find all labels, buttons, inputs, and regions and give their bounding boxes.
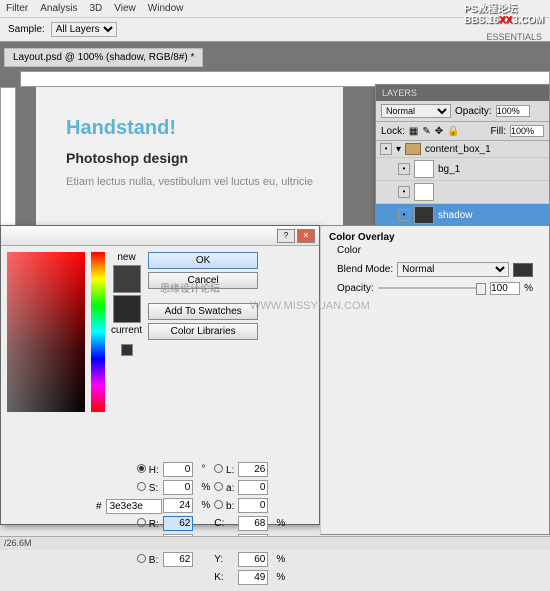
opacity-input[interactable]	[496, 105, 530, 117]
color-libraries-button[interactable]: Color Libraries	[148, 323, 258, 340]
overlay-blend-select[interactable]: Normal	[397, 262, 509, 277]
current-label: current	[111, 325, 142, 336]
opacity-label: Opacity:	[455, 106, 492, 117]
layer-label: shadow	[438, 210, 472, 221]
lock-transparency-icon[interactable]: ▦	[409, 126, 418, 137]
menu-3d[interactable]: 3D	[89, 3, 102, 14]
bb-input[interactable]	[163, 552, 193, 567]
workspace-essentials[interactable]: ESSENTIALS	[486, 32, 542, 42]
visibility-icon[interactable]: •	[398, 163, 410, 175]
menu-filter[interactable]: Filter	[6, 3, 28, 14]
h-input[interactable]	[163, 462, 193, 477]
fill-input[interactable]	[510, 125, 544, 137]
layer-row[interactable]: • bg_1	[376, 158, 549, 181]
sample-label: Sample:	[8, 24, 45, 35]
overlay-title: Color Overlay	[321, 226, 549, 245]
menu-analysis[interactable]: Analysis	[40, 3, 77, 14]
lock-label: Lock:	[381, 126, 405, 137]
cn-watermark: 思缘设计论坛	[160, 280, 220, 295]
radio-lb[interactable]	[214, 500, 223, 509]
canvas: Handstand! Photoshop design Etiam lectus…	[36, 87, 343, 247]
lb-input[interactable]	[238, 498, 268, 513]
layers-header: LAYERS	[376, 85, 549, 101]
k-input[interactable]	[238, 570, 268, 585]
b-input[interactable]	[163, 498, 193, 513]
forum-watermark: PS教程论坛 BBS.16XX3.COM	[464, 0, 544, 26]
overlay-opacity-input[interactable]	[490, 282, 520, 295]
folder-icon	[405, 143, 421, 155]
layer-thumb	[414, 160, 434, 178]
menu-window[interactable]: Window	[148, 3, 184, 14]
hex-label: #	[96, 501, 102, 512]
help-button[interactable]: ?	[277, 229, 295, 243]
layer-thumb	[414, 183, 434, 201]
blend-mode-label: Blend Mode:	[337, 264, 393, 275]
hex-input[interactable]	[106, 499, 162, 514]
layer-row[interactable]: •	[376, 181, 549, 204]
lock-paint-icon[interactable]: ✎	[422, 126, 430, 137]
radio-a[interactable]	[214, 482, 223, 491]
new-label: new	[117, 252, 135, 263]
layers-panel: LAYERS Normal Opacity: Lock: ▦ ✎ ✥ 🔒 Fil…	[375, 84, 550, 228]
current-swatch	[113, 295, 141, 323]
layer-row-selected[interactable]: • shadow	[376, 204, 549, 227]
y-input[interactable]	[238, 552, 268, 567]
center-watermark: WWW.MISSYUAN.COM	[250, 300, 370, 312]
overlay-opacity-slider[interactable]	[378, 281, 486, 295]
dialog-titlebar[interactable]: ? ✕	[1, 226, 319, 246]
visibility-icon[interactable]: •	[398, 209, 410, 221]
radio-r[interactable]	[137, 518, 146, 527]
overlay-color-swatch[interactable]	[513, 263, 533, 277]
visibility-icon[interactable]: •	[398, 186, 410, 198]
new-swatch	[113, 265, 141, 293]
s-input[interactable]	[163, 480, 193, 495]
color-picker-dialog: ? ✕ new current OK Cancel Add To Swatche…	[0, 225, 320, 525]
layer-style-panel: Color Overlay Color Blend Mode: Normal O…	[320, 225, 550, 535]
radio-bb[interactable]	[137, 554, 146, 563]
blend-mode-select[interactable]: Normal	[381, 104, 451, 118]
color-inputs: H:° L: S:% a: B:% b: R: C:% G: M:% B: Y:…	[131, 456, 291, 591]
layer-label: content_box_1	[425, 144, 491, 155]
overlay-subtitle: Color	[321, 245, 549, 260]
a-input[interactable]	[238, 480, 268, 495]
r-input[interactable]	[163, 516, 193, 531]
add-swatch-button[interactable]: Add To Swatches	[148, 303, 258, 320]
lock-position-icon[interactable]: ✥	[435, 126, 443, 137]
page-title: Handstand!	[66, 117, 313, 140]
l-input[interactable]	[238, 462, 268, 477]
visibility-icon[interactable]: •	[380, 143, 392, 155]
color-field[interactable]	[7, 252, 85, 412]
lock-all-icon[interactable]: 🔒	[447, 126, 459, 137]
layer-label: bg_1	[438, 164, 460, 175]
page-subtitle: Photoshop design	[66, 150, 313, 166]
radio-s[interactable]	[137, 482, 146, 491]
hue-slider[interactable]	[91, 252, 105, 412]
ok-button[interactable]: OK	[148, 252, 258, 269]
document-tab[interactable]: Layout.psd @ 100% (shadow, RGB/8#) *	[4, 48, 203, 67]
page-body: Etiam lectus nulla, vestibulum vel luctu…	[66, 176, 313, 188]
radio-l[interactable]	[214, 464, 223, 473]
layer-group[interactable]: • ▾ content_box_1	[376, 141, 549, 158]
ruler-vertical	[0, 87, 16, 247]
c-input[interactable]	[238, 516, 268, 531]
fill-label: Fill:	[490, 126, 506, 137]
menu-view[interactable]: View	[114, 3, 136, 14]
status-bar: /26.6M	[0, 536, 550, 550]
overlay-opacity-label: Opacity:	[337, 283, 374, 294]
sample-dropdown[interactable]: All Layers	[51, 22, 117, 37]
close-button[interactable]: ✕	[297, 229, 315, 243]
gamut-warning-icon[interactable]	[121, 344, 133, 356]
disclosure-icon[interactable]: ▾	[396, 144, 401, 155]
radio-h[interactable]	[137, 464, 146, 473]
layer-thumb	[414, 206, 434, 224]
